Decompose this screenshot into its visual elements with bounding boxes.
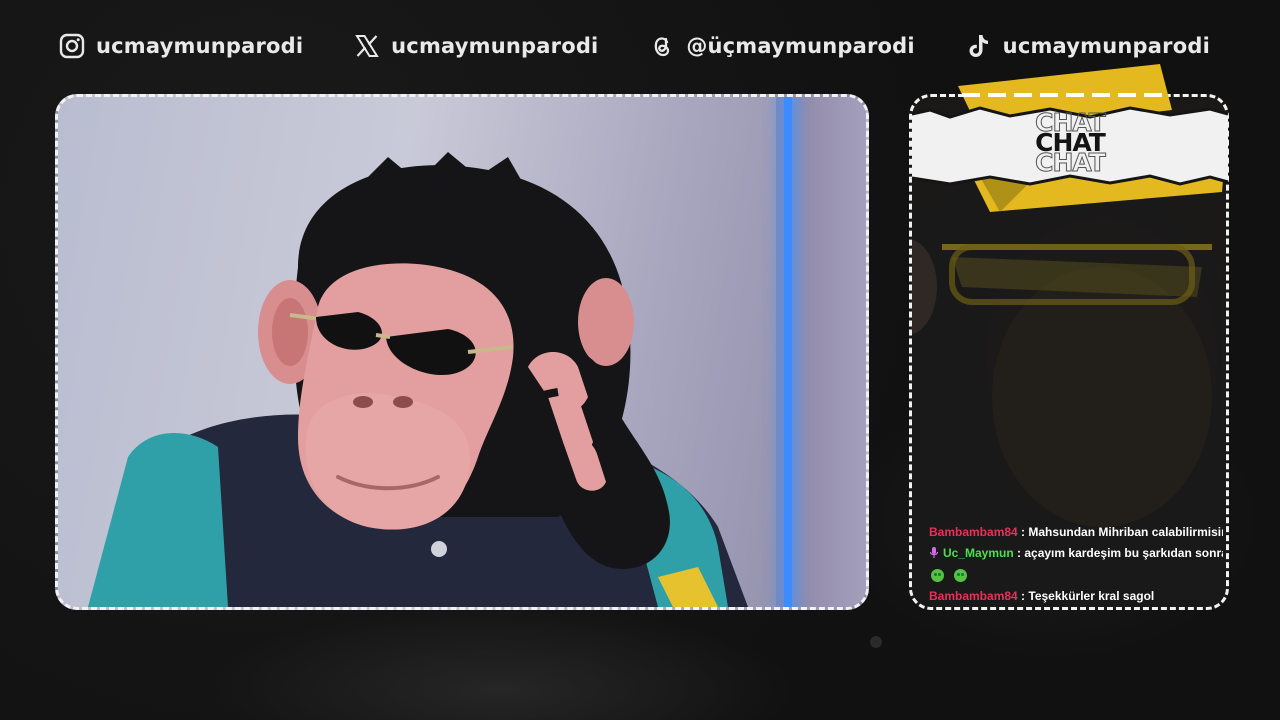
chat-message: Bambambam84 : Mahsundan Mihriban calabil…	[929, 522, 1223, 543]
chat-text: Teşekkürler kral sagol	[1028, 589, 1155, 603]
chat-message: Uc_Maymun : açayım kardeşim bu şarkıdan …	[929, 543, 1223, 564]
chat-separator: :	[1013, 546, 1025, 560]
chat-text: açayım kardeşim bu şarkıdan sonra.sevdik…	[1024, 546, 1223, 560]
chat-message-list: Bambambam84 : Mahsundan Mihriban calabil…	[929, 522, 1223, 607]
social-links-bar: ucmaymunparodi ucmaymunparodi @üçmaymunp…	[58, 26, 1210, 66]
x-handle: ucmaymunparodi	[391, 34, 599, 58]
instagram-handle: ucmaymunparodi	[96, 34, 304, 58]
stream-video-frame[interactable]	[55, 94, 869, 610]
microphone-icon	[929, 545, 939, 558]
x-icon	[353, 32, 381, 60]
threads-icon	[648, 32, 676, 60]
social-instagram[interactable]: ucmaymunparodi	[58, 32, 303, 60]
tiktok-handle: ucmaymunparodi	[1002, 34, 1210, 58]
instagram-icon	[58, 32, 86, 60]
chat-text: Mahsundan Mihriban calabilirmisiniz rica…	[1028, 525, 1223, 539]
chat-separator: :	[1017, 589, 1029, 603]
emote-icon	[954, 568, 967, 582]
chat-username[interactable]: Uc_Maymun	[943, 546, 1014, 560]
chimp-illustration	[88, 152, 748, 607]
chat-username[interactable]: Bambambam84	[929, 525, 1018, 539]
chat-message: Bambambam84 : Teşekkürler kral sagol	[929, 586, 1223, 607]
emote-icon	[931, 568, 944, 582]
chat-username[interactable]: Bambambam84	[929, 589, 1018, 603]
social-tiktok[interactable]: ucmaymunparodi	[965, 32, 1210, 60]
chat-title-ghost-bottom: CHAT	[1035, 148, 1107, 178]
threads-handle: @üçmaymunparodi	[686, 34, 915, 58]
decorative-dot	[870, 636, 882, 648]
chat-emote-row	[929, 564, 1223, 586]
chat-separator: :	[1017, 525, 1029, 539]
tiktok-icon	[965, 32, 993, 60]
social-threads[interactable]: @üçmaymunparodi	[648, 32, 915, 60]
social-x[interactable]: ucmaymunparodi	[353, 32, 598, 60]
